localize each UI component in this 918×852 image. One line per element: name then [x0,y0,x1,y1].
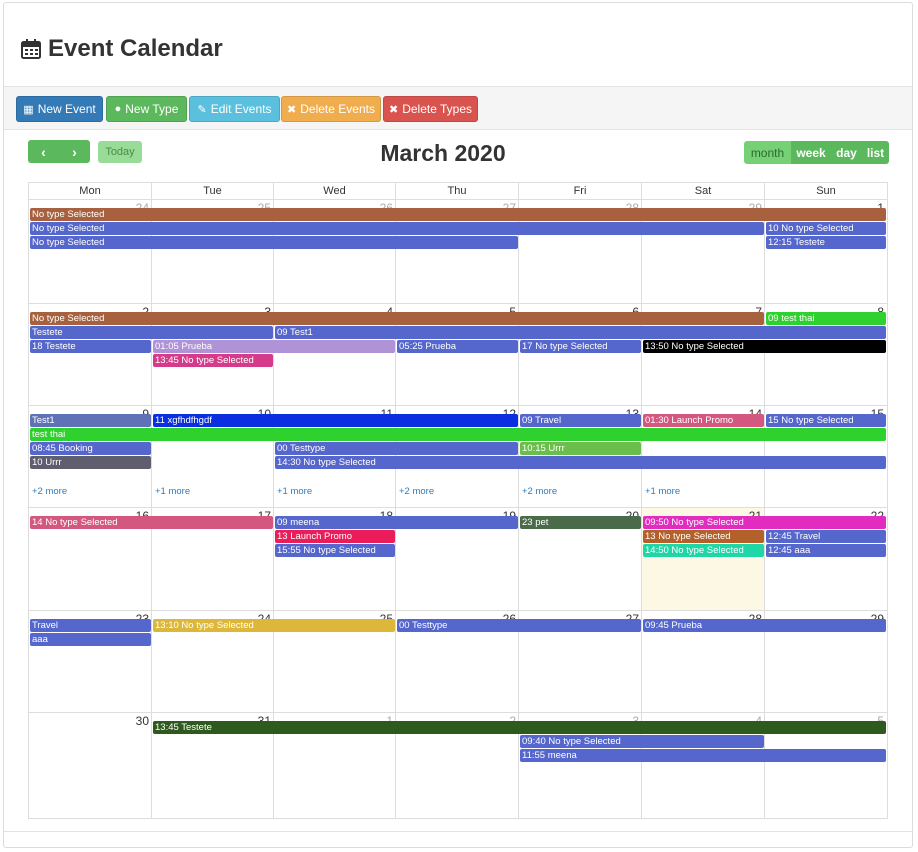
calendar-event[interactable]: 01:05 Prueba [153,340,395,353]
calendar-event[interactable]: 09 test thai [766,312,886,325]
calendar-event[interactable]: 11 xgfhdfhgdf [153,414,518,427]
day-cell[interactable] [29,713,152,818]
new-type-label: New Type [125,102,179,116]
edit-icon: ✎ [197,103,207,116]
new-event-button[interactable]: ▦ New Event [16,96,103,122]
weekday-header-mon: Mon [29,183,152,200]
more-events-link[interactable]: +2 more [522,486,557,497]
weekday-header-sat: Sat [642,183,765,200]
calendar-event[interactable]: 10 Urrr [30,456,151,469]
delete-types-label: Delete Types [402,102,473,116]
calendar-title: March 2020 [380,140,506,166]
calendar-event[interactable]: 15:55 No type Selected [275,544,395,557]
calendar-event[interactable]: 09:45 Prueba [643,619,886,632]
page-title-text: Event Calendar [48,35,223,62]
calendar-event[interactable]: Test1 [30,414,151,427]
calendar-event[interactable]: 12:15 Testete [766,236,886,249]
today-button[interactable]: Today [98,141,142,163]
calendar-event[interactable]: aaa [30,633,151,646]
calendar-event[interactable]: 13:45 No type Selected [153,354,273,367]
weekday-header-sun: Sun [765,183,887,200]
calendar-event[interactable]: 17 No type Selected [520,340,641,353]
more-events-link[interactable]: +1 more [645,486,680,497]
chevron-right-icon: › [72,143,77,160]
view-list-button[interactable]: list [862,141,889,164]
close-icon: ✖ [287,103,297,116]
action-toolbar: ▦ New Event ● New Type ✎ Edit Events ✖ D… [4,86,912,130]
delete-events-button[interactable]: ✖ Delete Events [281,96,381,122]
view-week-button[interactable]: week [791,141,831,164]
calendar-event[interactable]: 09 Test1 [275,326,886,339]
calendar-event[interactable]: 09 meena [275,516,518,529]
calendar-event[interactable]: No type Selected [30,236,518,249]
calendar-event[interactable]: 18 Testete [30,340,151,353]
edit-events-button[interactable]: ✎ Edit Events [189,96,280,122]
calendar-event[interactable]: 10 No type Selected [766,222,886,235]
calendar-event[interactable]: 13:45 Testete [153,721,886,734]
prev-month-button[interactable]: ‹ [28,140,59,163]
calendar-icon: ▦ [23,103,34,116]
month-grid: MonTueWedThuFriSatSun2425262728291234567… [28,182,888,819]
calendar-event[interactable]: Testete [30,326,273,339]
calendar-event[interactable]: 15 No type Selected [766,414,886,427]
calendar-event[interactable]: 05:25 Prueba [397,340,518,353]
edit-events-label: Edit Events [210,102,272,116]
more-events-link[interactable]: +1 more [277,486,312,497]
page-title: Event Calendar [20,35,223,63]
delete-events-label: Delete Events [300,102,375,116]
calendar-event[interactable]: 01:30 Launch Promo [643,414,764,427]
chevron-left-icon: ‹ [41,143,46,160]
calendar-event[interactable]: 11:55 meena [520,749,886,762]
calendar-event[interactable]: 13:10 No type Selected [153,619,395,632]
calendar-event[interactable]: 14:30 No type Selected [275,456,886,469]
panel-footer [3,831,913,832]
more-events-link[interactable]: +2 more [32,486,67,497]
view-day-button[interactable]: day [831,141,862,164]
weekday-header-thu: Thu [396,183,519,200]
calendar-event[interactable]: 13 Launch Promo [275,530,395,543]
calendar-event[interactable]: 14:50 No type Selected [643,544,764,557]
calendar-event[interactable]: 13:50 No type Selected [643,340,886,353]
calendar-event[interactable]: No type Selected [30,222,764,235]
calendar-event[interactable]: 23 pet [520,516,641,529]
weekday-header-tue: Tue [152,183,274,200]
calendar-event[interactable]: 00 Testtype [397,619,641,632]
calendar-event[interactable]: test thai [30,428,886,441]
calendar-event[interactable]: 08:45 Booking [30,442,151,455]
calendar-event[interactable]: 00 Testtype [275,442,518,455]
calendar-event[interactable]: 09:50 No type Selected [643,516,886,529]
weekday-header-fri: Fri [519,183,642,200]
delete-types-button[interactable]: ✖ Delete Types [383,96,478,122]
weekday-header-wed: Wed [274,183,396,200]
calendar-event[interactable]: No type Selected [30,208,886,221]
calendar-event[interactable]: 12:45 Travel [766,530,886,543]
calendar-event[interactable]: 14 No type Selected [30,516,273,529]
calendar-event[interactable]: 10:15 Urrr [520,442,641,455]
more-events-link[interactable]: +1 more [155,486,190,497]
more-events-link[interactable]: +2 more [399,486,434,497]
globe-icon: ● [114,103,122,115]
next-month-button[interactable]: › [59,140,90,163]
view-switcher: month week day list [744,141,889,164]
new-event-label: New Event [37,102,96,116]
calendar-event[interactable]: Travel [30,619,151,632]
view-month-button[interactable]: month [744,141,791,164]
day-number[interactable]: 30 [29,714,149,728]
calendar-event[interactable]: No type Selected [30,312,764,325]
new-type-button[interactable]: ● New Type [106,96,187,122]
calendar-event[interactable]: 09:40 No type Selected [520,735,764,748]
close-icon: ✖ [388,103,399,116]
calendar-event[interactable]: 12:45 aaa [766,544,886,557]
calendar-event[interactable]: 09 Travel [520,414,641,427]
calendar-event[interactable]: 13 No type Selected [643,530,764,543]
calendar-icon [21,39,41,59]
